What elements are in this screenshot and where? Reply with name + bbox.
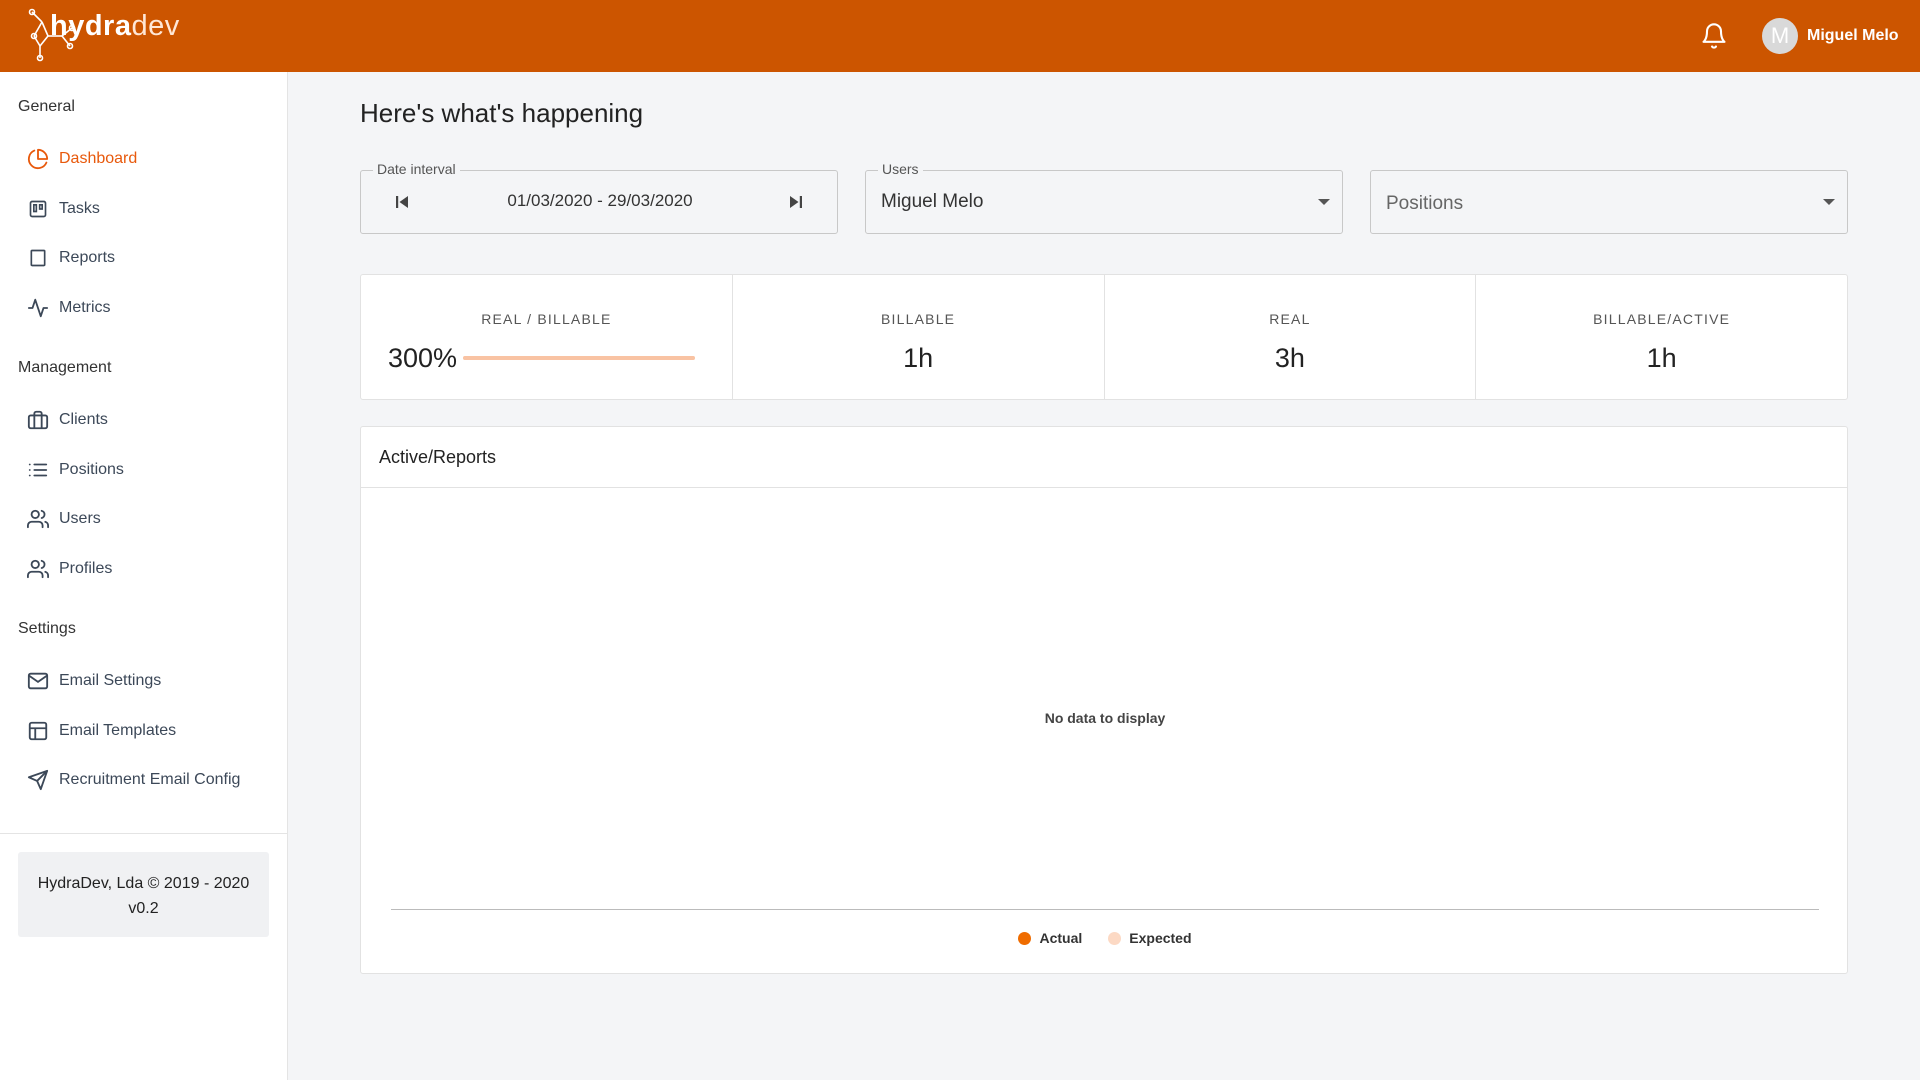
active-reports-chart-card: Active/Reports No data to display Actual… (360, 426, 1848, 974)
sidebar-item-recruitment-email-config[interactable]: Recruitment Email Config (26, 764, 276, 796)
profiles-icon (26, 557, 50, 581)
logo-text: hydradev (50, 10, 180, 42)
stat-billable-active: BILLABLE/ACTIVE 1h (1476, 275, 1847, 399)
section-title-general: General (18, 98, 75, 115)
stat-title: REAL (1269, 311, 1311, 327)
sidebar-item-label: Users (59, 510, 101, 527)
sidebar-item-label: Recruitment Email Config (59, 771, 241, 788)
sidebar-item-tasks[interactable]: Tasks (26, 193, 276, 225)
kanban-icon (26, 197, 50, 221)
sidebar-item-metrics[interactable]: Metrics (26, 292, 276, 324)
avatar: M (1762, 18, 1798, 54)
stats-card: REAL / BILLABLE 300% BILLABLE 1h REAL 3h… (360, 274, 1848, 400)
activity-icon (26, 296, 50, 320)
sidebar: General Dashboard Tasks Reports Metrics … (0, 72, 288, 1080)
legend-dot (1018, 931, 1032, 945)
stat-value: 3h (1274, 343, 1305, 373)
chevron-down-icon[interactable] (1318, 199, 1330, 205)
sidebar-item-label: Reports (59, 249, 116, 266)
sidebar-item-clients[interactable]: Clients (26, 404, 276, 436)
sidebar-item-label: Email Templates (59, 722, 177, 739)
sidebar-divider (0, 833, 287, 834)
legend-item-expected[interactable]: Expected (1108, 930, 1192, 946)
legend-item-actual[interactable]: Actual (1018, 930, 1082, 946)
sidebar-item-positions[interactable]: Positions (26, 454, 276, 486)
sidebar-item-email-templates[interactable]: Email Templates (26, 715, 276, 747)
page-title: Here's what's happening (360, 98, 644, 128)
legend-label: Expected (1129, 930, 1192, 946)
chart-title: Active/Reports (361, 427, 1847, 488)
template-icon (26, 719, 50, 743)
next-period-button[interactable] (785, 191, 807, 213)
legend-label: Actual (1039, 930, 1083, 946)
list-icon (26, 458, 50, 482)
positions-placeholder: Positions (1386, 193, 1464, 214)
pie-chart-icon (26, 147, 50, 171)
section-title-settings: Settings (18, 620, 76, 637)
sidebar-item-label: Tasks (59, 200, 100, 217)
sidebar-item-label: Dashboard (59, 150, 138, 167)
positions-select[interactable]: Positions (1370, 170, 1848, 234)
user-menu[interactable]: M Miguel Melo (1762, 18, 1899, 54)
progress-bar-fill (463, 356, 695, 360)
stat-real-billable: REAL / BILLABLE 300% (361, 275, 733, 399)
sidebar-item-label: Profiles (59, 560, 113, 577)
users-select[interactable]: Users Miguel Melo (865, 161, 1343, 234)
send-icon (26, 768, 50, 792)
mail-icon (26, 669, 50, 693)
skip-next-icon (790, 196, 802, 208)
users-icon (26, 507, 50, 531)
chart-x-axis (391, 909, 1819, 910)
version-text: v0.2 (128, 900, 159, 917)
stat-value: 1h (1646, 343, 1677, 373)
date-interval-value: 01/03/2020 - 29/03/2020 (507, 191, 693, 210)
stat-real: REAL 3h (1105, 275, 1477, 399)
bell-icon[interactable] (1700, 22, 1728, 50)
stat-value: 1h (903, 343, 934, 373)
stat-title: BILLABLE (881, 311, 956, 327)
date-interval-label: Date interval (373, 161, 460, 177)
sidebar-item-email-settings[interactable]: Email Settings (26, 665, 276, 697)
document-icon (26, 246, 50, 270)
briefcase-icon (26, 408, 50, 432)
sidebar-item-profiles[interactable]: Profiles (26, 553, 276, 585)
user-name: Miguel Melo (1807, 27, 1899, 44)
sidebar-item-users[interactable]: Users (26, 503, 276, 535)
legend-dot (1108, 931, 1122, 945)
sidebar-item-label: Email Settings (59, 672, 162, 689)
sidebar-footer: HydraDev, Lda © 2019 - 2020 v0.2 (18, 852, 269, 937)
sidebar-item-reports[interactable]: Reports (26, 242, 276, 274)
sidebar-item-label: Positions (59, 461, 124, 478)
chart-legend: Actual Expected (361, 930, 1849, 946)
date-interval-field[interactable]: Date interval 01/03/2020 - 29/03/2020 (360, 161, 838, 234)
stat-value: 300% (388, 343, 458, 373)
section-title-management: Management (18, 359, 112, 376)
stat-title: REAL / BILLABLE (481, 311, 612, 327)
progress-bar (463, 356, 695, 360)
copyright-text: HydraDev, Lda © 2019 - 2020 (37, 875, 250, 892)
stat-title: BILLABLE/ACTIVE (1593, 311, 1731, 327)
no-data-message: No data to display (1044, 710, 1166, 726)
sidebar-item-dashboard[interactable]: Dashboard (26, 143, 276, 175)
top-bar: hydradev M Miguel Melo (0, 0, 1920, 72)
sidebar-item-label: Metrics (59, 299, 111, 316)
hydradev-logo[interactable]: hydradev (26, 6, 179, 62)
users-label: Users (878, 161, 923, 177)
users-selected-value: Miguel Melo (881, 191, 984, 212)
stat-billable: BILLABLE 1h (733, 275, 1105, 399)
sidebar-item-label: Clients (59, 411, 108, 428)
chevron-down-icon[interactable] (1823, 199, 1835, 205)
